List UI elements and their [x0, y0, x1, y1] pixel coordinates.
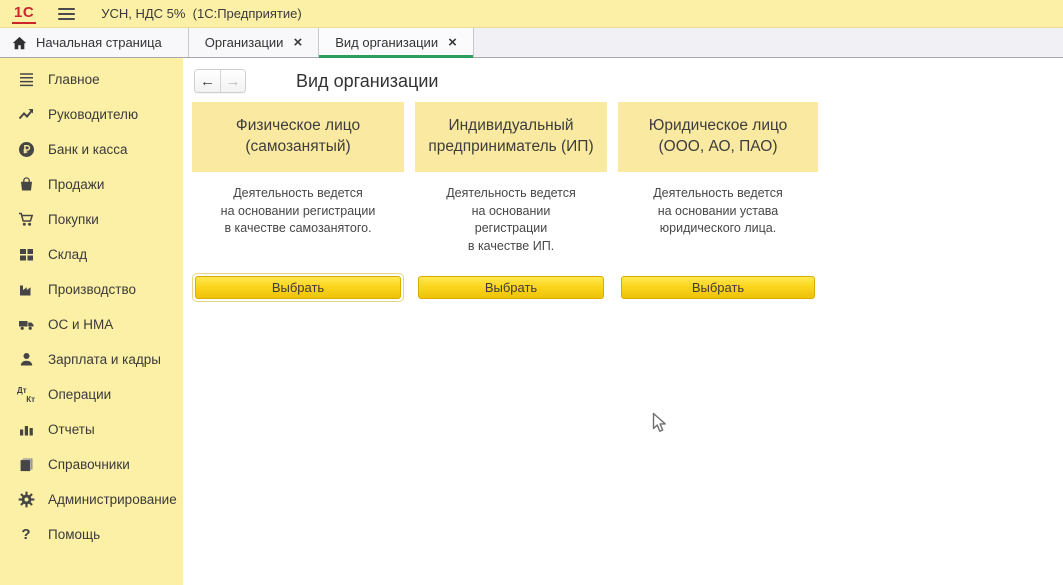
sidebar-item-help[interactable]: ? Помощь [0, 517, 183, 552]
sidebar-item-label: Продажи [48, 177, 104, 192]
sidebar-item-label: Склад [48, 247, 87, 262]
content-pane: ← → Вид организации Физическое лицо (сам… [183, 58, 1063, 585]
mouse-cursor [652, 412, 670, 440]
sidebar-item-warehouse[interactable]: Склад [0, 237, 183, 272]
sidebar-item-reports[interactable]: Отчеты [0, 412, 183, 447]
card-title: Юридическое лицо (ООО, АО, ПАО) [618, 102, 818, 172]
card-title: Физическое лицо (самозанятый) [192, 102, 404, 172]
sidebar-item-label: Банк и касса [48, 142, 128, 157]
close-icon[interactable]: × [293, 35, 302, 50]
select-button[interactable]: Выбрать [195, 276, 401, 299]
tab-label: Вид организации [335, 35, 438, 50]
tab-label: Организации [205, 35, 284, 50]
person-icon [17, 351, 35, 369]
page-title: Вид организации [296, 71, 438, 92]
bag-icon [17, 176, 35, 194]
home-icon [12, 36, 27, 50]
sidebar: Главное Руководителю Банк и касса Продаж… [0, 58, 183, 585]
question-icon: ? [17, 526, 35, 544]
dt-kt-icon: ДтКт [17, 386, 35, 404]
sidebar-item-manager[interactable]: Руководителю [0, 97, 183, 132]
gear-icon [17, 491, 35, 509]
sidebar-item-payroll-hr[interactable]: Зарплата и кадры [0, 342, 183, 377]
card-individual-self-employed: Физическое лицо (самозанятый) Деятельнос… [192, 102, 404, 302]
window-title: УСН, НДС 5% (1С:Предприятие) [101, 6, 301, 21]
sidebar-item-administration[interactable]: Администрирование [0, 482, 183, 517]
tab-organizations[interactable]: Организации × [189, 28, 319, 57]
1c-logo: 1С [12, 4, 36, 24]
select-button-wrap: Выбрать [192, 273, 404, 302]
warehouse-icon [17, 246, 35, 264]
sidebar-item-main[interactable]: Главное [0, 62, 183, 97]
sidebar-item-purchases[interactable]: Покупки [0, 202, 183, 237]
window-body: Главное Руководителю Банк и касса Продаж… [0, 58, 1063, 585]
tab-home-page[interactable]: Начальная страница [0, 28, 189, 57]
truck-icon [17, 316, 35, 334]
books-icon [17, 456, 35, 474]
tab-bar: Начальная страница Организации × Вид орг… [0, 28, 1063, 58]
history-nav: ← → [194, 69, 246, 93]
select-button[interactable]: Выбрать [621, 276, 815, 299]
menu-icon [17, 71, 35, 89]
select-button[interactable]: Выбрать [418, 276, 604, 299]
sidebar-item-label: Помощь [48, 527, 100, 542]
sidebar-item-operations[interactable]: ДтКт Операции [0, 377, 183, 412]
sidebar-item-fixed-assets[interactable]: ОС и НМА [0, 307, 183, 342]
main-menu-icon[interactable] [58, 8, 75, 20]
forward-button[interactable]: → [220, 70, 245, 92]
sidebar-item-label: Зарплата и кадры [48, 352, 161, 367]
sidebar-item-label: Отчеты [48, 422, 95, 437]
card-legal-entity: Юридическое лицо (ООО, АО, ПАО) Деятельн… [618, 102, 818, 302]
card-title: Индивидуальный предприниматель (ИП) [415, 102, 607, 172]
sidebar-item-production[interactable]: Производство [0, 272, 183, 307]
factory-icon [17, 281, 35, 299]
trend-up-icon [17, 106, 35, 124]
title-bar: 1С УСН, НДС 5% (1С:Предприятие) [0, 0, 1063, 28]
tab-organization-type[interactable]: Вид организации × [319, 28, 474, 57]
select-button-wrap: Выбрать [618, 273, 818, 302]
page-header: ← → Вид организации [194, 68, 1063, 94]
sidebar-item-label: Главное [48, 72, 100, 87]
sidebar-item-sales[interactable]: Продажи [0, 167, 183, 202]
sidebar-item-label: Справочники [48, 457, 130, 472]
sidebar-item-label: Руководителю [48, 107, 138, 122]
sidebar-item-label: ОС и НМА [48, 317, 113, 332]
card-description: Деятельность ведется на основании регист… [415, 185, 607, 264]
ruble-icon [17, 141, 35, 159]
select-button-wrap: Выбрать [415, 273, 607, 302]
cart-icon [17, 211, 35, 229]
card-description: Деятельность ведется на основании регист… [192, 185, 404, 264]
sidebar-item-label: Операции [48, 387, 111, 402]
bar-chart-icon [17, 421, 35, 439]
close-icon[interactable]: × [448, 35, 457, 50]
sidebar-item-directories[interactable]: Справочники [0, 447, 183, 482]
back-button[interactable]: ← [195, 70, 220, 92]
sidebar-item-label: Производство [48, 282, 136, 297]
card-individual-entrepreneur: Индивидуальный предприниматель (ИП) Деят… [415, 102, 607, 302]
sidebar-item-label: Администрирование [48, 492, 177, 507]
tab-label: Начальная страница [36, 35, 162, 50]
card-description: Деятельность ведется на основании устава… [618, 185, 818, 264]
sidebar-item-bank-cash[interactable]: Банк и касса [0, 132, 183, 167]
organization-type-cards: Физическое лицо (самозанятый) Деятельнос… [192, 102, 1063, 302]
sidebar-item-label: Покупки [48, 212, 99, 227]
